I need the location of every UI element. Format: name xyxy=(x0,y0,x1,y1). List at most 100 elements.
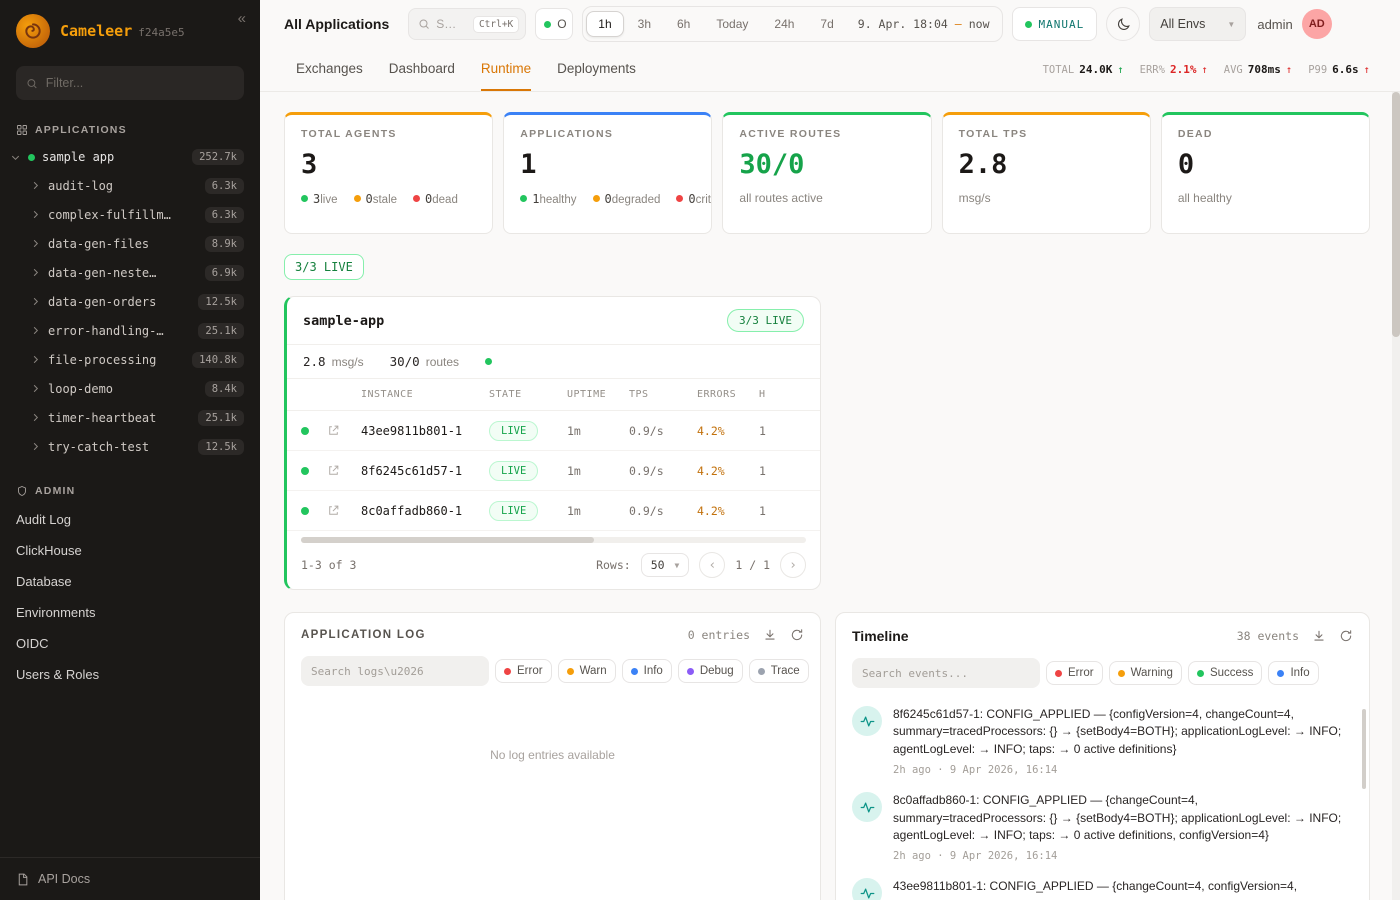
search-icon xyxy=(418,18,430,30)
card-breakdown: 3live 0stale 0dead xyxy=(301,191,476,206)
sidebar-filter[interactable] xyxy=(16,66,244,100)
chevron-right-icon xyxy=(30,441,41,452)
trend-up-icon: ↑ xyxy=(1364,64,1370,76)
sidebar-item-error-handling[interactable]: error-handling-…25.1k xyxy=(0,316,260,345)
table-row[interactable]: 43ee9811b801-1 LIVE 1m 0.9/s 4.2% 1 xyxy=(287,411,820,451)
tab-deployments[interactable]: Deployments xyxy=(557,48,636,91)
debug-dot xyxy=(687,668,694,675)
tps: 0.9/s xyxy=(629,424,697,438)
environment-select[interactable]: All Envs ▼ xyxy=(1149,7,1246,41)
summary-stats: TOTAL24.0K↑ ERR%2.1%↑ AVG708ms↑ P996.6s↑ xyxy=(1043,48,1370,91)
sidebar-item-clickhouse[interactable]: ClickHouse xyxy=(0,535,260,566)
range-7d[interactable]: 7d xyxy=(808,11,845,37)
dark-mode-toggle[interactable] xyxy=(1106,7,1140,41)
stat-total: TOTAL24.0K↑ xyxy=(1043,63,1124,76)
sidebar-item-database[interactable]: Database xyxy=(0,566,260,597)
sidebar-item-file-processing[interactable]: file-processing140.8k xyxy=(0,345,260,374)
api-docs-link[interactable]: API Docs xyxy=(0,857,260,900)
table-footer: 1-3 of 3 Rows: 50▼ ‹ 1 / 1 › xyxy=(287,543,820,589)
rows-label: Rows: xyxy=(596,558,631,572)
sidebar-item-users-roles[interactable]: Users & Roles xyxy=(0,659,260,690)
prev-page-button[interactable]: ‹ xyxy=(699,552,725,578)
manual-label: MANUAL xyxy=(1039,18,1085,31)
pulse-icon xyxy=(860,800,875,815)
date-range[interactable]: 9. Apr. 18:04 — now xyxy=(858,17,990,31)
chameleon-icon xyxy=(23,21,43,41)
filter-chip-debug[interactable]: Debug xyxy=(678,659,743,683)
sidebar-item-data-gen-files[interactable]: data-gen-files8.9k xyxy=(0,229,260,258)
app-name: data-gen-neste… xyxy=(48,266,156,280)
sidebar-filter-input[interactable] xyxy=(46,76,234,90)
filter-chip-trace[interactable]: Trace xyxy=(749,659,809,683)
list-item[interactable]: 8c0affadb860-1: CONFIG_APPLIED — {change… xyxy=(852,792,1349,862)
sidebar-item-try-catch-test[interactable]: try-catch-test12.5k xyxy=(0,432,260,461)
range-1h[interactable]: 1h xyxy=(586,11,623,37)
next-page-button[interactable]: › xyxy=(780,552,806,578)
warn-dot xyxy=(567,668,574,675)
filter-chip-success[interactable]: Success xyxy=(1188,661,1262,685)
filter-chip-info[interactable]: Info xyxy=(622,659,672,683)
timeline-panel: Timeline 38 events Error Warning Success… xyxy=(835,612,1370,900)
sidebar-item-data-gen-nested[interactable]: data-gen-neste…6.9k xyxy=(0,258,260,287)
avatar[interactable]: AD xyxy=(1302,9,1332,39)
sidebar-item-data-gen-orders[interactable]: data-gen-orders12.5k xyxy=(0,287,260,316)
range-3h[interactable]: 3h xyxy=(626,11,663,37)
global-search[interactable]: S… Ctrl+K xyxy=(408,8,526,40)
sidebar-item-loop-demo[interactable]: loop-demo8.4k xyxy=(0,374,260,403)
refresh-icon[interactable] xyxy=(1339,629,1353,643)
timeline-search-input[interactable] xyxy=(852,658,1040,688)
sidebar-item-timer-heartbeat[interactable]: timer-heartbeat25.1k xyxy=(0,403,260,432)
app-name: error-handling-… xyxy=(48,324,164,338)
timeline-scrollbar-thumb[interactable] xyxy=(1362,709,1366,789)
table-row[interactable]: 8f6245c61d57-1 LIVE 1m 0.9/s 4.2% 1 xyxy=(287,451,820,491)
sidebar-item-complex-fulfillment[interactable]: complex-fulfillm…6.3k xyxy=(0,200,260,229)
table-row[interactable]: 8c0affadb860-1 LIVE 1m 0.9/s 4.2% 1 xyxy=(287,491,820,531)
uptime: 1m xyxy=(567,504,629,518)
tab-runtime[interactable]: Runtime xyxy=(481,48,531,91)
app-title: Cameleer xyxy=(60,22,132,40)
state-pill: LIVE xyxy=(489,421,538,441)
external-link-icon[interactable] xyxy=(327,464,361,477)
range-24h[interactable]: 24h xyxy=(762,11,806,37)
list-item[interactable]: 8f6245c61d57-1: CONFIG_APPLIED — {config… xyxy=(852,706,1349,776)
caret-down-icon: ▼ xyxy=(1227,20,1235,29)
download-icon[interactable] xyxy=(1312,629,1326,643)
sidebar-item-audit-log-admin[interactable]: Audit Log xyxy=(0,504,260,535)
range-6h[interactable]: 6h xyxy=(665,11,702,37)
status-dot xyxy=(593,195,600,202)
trace-dot xyxy=(758,668,765,675)
chevron-down-icon xyxy=(10,152,21,163)
warning-dot xyxy=(1118,670,1125,677)
breakdown-critical: 0criti xyxy=(676,191,712,206)
external-link-icon[interactable] xyxy=(327,504,361,517)
filter-chip-warn[interactable]: Warn xyxy=(558,659,616,683)
info-dot xyxy=(631,668,638,675)
live-filter-badge[interactable]: 3/3 LIVE xyxy=(284,254,364,280)
scrollbar-thumb[interactable] xyxy=(1392,92,1400,337)
filter-chip-info[interactable]: Info xyxy=(1268,661,1318,685)
sidebar-item-oidc[interactable]: OIDC xyxy=(0,628,260,659)
page-scrollbar[interactable] xyxy=(1392,92,1400,900)
external-link-icon[interactable] xyxy=(327,424,361,437)
filter-chip-error[interactable]: Error xyxy=(495,659,552,683)
sidebar-item-audit-log[interactable]: audit-log6.3k xyxy=(0,171,260,200)
download-icon[interactable] xyxy=(763,628,777,642)
tab-exchanges[interactable]: Exchanges xyxy=(296,48,363,91)
filter-chip-warning[interactable]: Warning xyxy=(1109,661,1182,685)
applications-section-label: APPLICATIONS xyxy=(35,124,127,136)
app-title-wrap: Cameleerf24a5e5 xyxy=(60,22,185,40)
log-search-input[interactable] xyxy=(301,656,489,686)
range-today[interactable]: Today xyxy=(704,11,760,37)
sidebar-item-sample-app[interactable]: sample app 252.7k xyxy=(0,143,260,171)
sidebar-item-environments[interactable]: Environments xyxy=(0,597,260,628)
sidebar-collapse-icon[interactable]: « xyxy=(238,10,246,27)
list-item[interactable]: 43ee9811b801-1: CONFIG_APPLIED — {change… xyxy=(852,878,1349,900)
connection-status-chip[interactable]: O xyxy=(535,8,573,40)
refresh-icon[interactable] xyxy=(790,628,804,642)
rows-per-page-select[interactable]: 50▼ xyxy=(641,553,690,577)
filter-chip-error[interactable]: Error xyxy=(1046,661,1103,685)
manual-refresh-button[interactable]: MANUAL xyxy=(1012,7,1098,41)
breakdown-degraded: 0degraded xyxy=(593,191,661,206)
card-value: 2.8 xyxy=(959,151,1134,178)
tab-dashboard[interactable]: Dashboard xyxy=(389,48,455,91)
